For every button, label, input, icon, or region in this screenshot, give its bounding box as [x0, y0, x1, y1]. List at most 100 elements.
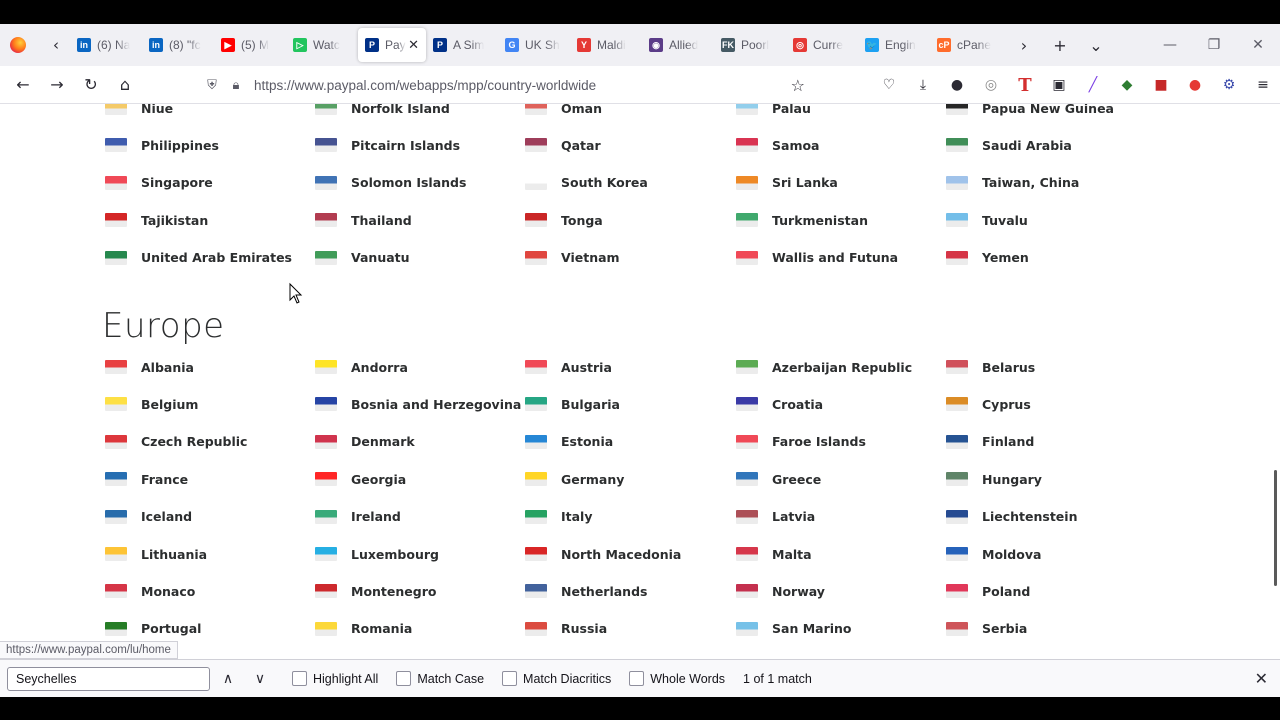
- country-link[interactable]: Bosnia and Herzegovina: [315, 394, 521, 414]
- country-link[interactable]: Italy: [525, 507, 593, 527]
- country-link[interactable]: Russia: [525, 619, 607, 639]
- country-link[interactable]: Qatar: [525, 135, 601, 155]
- forward-icon[interactable]: →: [40, 70, 74, 100]
- window-close-icon[interactable]: ✕: [1236, 37, 1280, 53]
- match-case-checkbox[interactable]: Match Case: [396, 671, 484, 686]
- tracking-shield-icon[interactable]: ⛨: [200, 78, 224, 93]
- checkbox-box[interactable]: [396, 671, 412, 686]
- country-link[interactable]: Ireland: [315, 507, 401, 527]
- country-link[interactable]: Andorra: [315, 357, 408, 377]
- tomato-extension-icon[interactable]: ●: [1178, 77, 1212, 93]
- find-next-icon[interactable]: ∨: [246, 671, 274, 687]
- country-link[interactable]: Solomon Islands: [315, 173, 466, 193]
- tag-extension-icon[interactable]: ◆: [1110, 77, 1144, 93]
- country-link[interactable]: Finland: [946, 432, 1034, 452]
- downloads-icon[interactable]: ⤓: [906, 77, 940, 93]
- tab[interactable]: FK Poorl: [714, 28, 786, 62]
- tab[interactable]: Y Maldi: [570, 28, 642, 62]
- country-link[interactable]: Austria: [525, 357, 612, 377]
- globe-icon[interactable]: ◎: [974, 77, 1008, 93]
- url-bar[interactable]: ⛨ 🔒︎ https://www.paypal.com/webapps/mpp/…: [200, 70, 815, 100]
- country-link[interactable]: Palau: [736, 104, 811, 118]
- country-link[interactable]: Moldova: [946, 544, 1041, 564]
- list-all-tabs-icon[interactable]: ⌄: [1078, 36, 1114, 55]
- country-link[interactable]: Singapore: [105, 173, 213, 193]
- extension-icon[interactable]: ●: [940, 77, 974, 93]
- country-link[interactable]: Philippines: [105, 135, 219, 155]
- country-link[interactable]: Denmark: [315, 432, 415, 452]
- tab[interactable]: ◉ Allied: [642, 28, 714, 62]
- country-link[interactable]: Vietnam: [525, 248, 620, 268]
- scrollbar-thumb[interactable]: [1274, 470, 1277, 586]
- country-link[interactable]: Serbia: [946, 619, 1027, 639]
- country-link[interactable]: Czech Republic: [105, 432, 247, 452]
- back-icon[interactable]: ←: [6, 70, 40, 100]
- country-link[interactable]: Papua New Guinea: [946, 104, 1114, 118]
- country-link[interactable]: Poland: [946, 581, 1030, 601]
- pocket-icon[interactable]: ♡: [872, 77, 906, 93]
- highlight-all-checkbox[interactable]: Highlight All: [292, 671, 378, 686]
- match-diacritics-checkbox[interactable]: Match Diacritics: [502, 671, 611, 686]
- tab[interactable]: cP cPane: [930, 28, 1002, 62]
- country-link[interactable]: Croatia: [736, 394, 823, 414]
- country-link[interactable]: Sri Lanka: [736, 173, 838, 193]
- country-link[interactable]: Samoa: [736, 135, 820, 155]
- bookmark-star-icon[interactable]: ☆: [791, 76, 805, 95]
- restore-icon[interactable]: ❐: [1192, 37, 1236, 53]
- country-link[interactable]: Estonia: [525, 432, 613, 452]
- country-link[interactable]: Wallis and Futuna: [736, 248, 898, 268]
- country-link[interactable]: Yemen: [946, 248, 1029, 268]
- new-tab-icon[interactable]: +: [1042, 36, 1078, 55]
- country-link[interactable]: North Macedonia: [525, 544, 681, 564]
- tab[interactable]: ▶ (5) M: [214, 28, 286, 62]
- menu-icon[interactable]: ≡: [1246, 77, 1280, 93]
- home-icon[interactable]: ⌂: [108, 70, 142, 100]
- tab[interactable]: in (6) Na: [70, 28, 142, 62]
- lock-icon[interactable]: 🔒︎: [224, 78, 248, 93]
- country-link[interactable]: France: [105, 469, 188, 489]
- tab[interactable]: P Pay ✕: [358, 28, 426, 62]
- country-link[interactable]: Georgia: [315, 469, 406, 489]
- country-link[interactable]: Turkmenistan: [736, 210, 868, 230]
- whole-words-checkbox[interactable]: Whole Words: [629, 671, 725, 686]
- country-link[interactable]: Belarus: [946, 357, 1035, 377]
- country-link[interactable]: Greece: [736, 469, 821, 489]
- tab[interactable]: ▷ Watc: [286, 28, 358, 62]
- country-link[interactable]: Tonga: [525, 210, 603, 230]
- country-link[interactable]: Latvia: [736, 507, 815, 527]
- country-link[interactable]: South Korea: [525, 173, 648, 193]
- checkbox-box[interactable]: [502, 671, 518, 686]
- tab[interactable]: P A Sim: [426, 28, 498, 62]
- country-link[interactable]: Portugal: [105, 619, 201, 639]
- country-link[interactable]: Belgium: [105, 394, 198, 414]
- country-link[interactable]: Lithuania: [105, 544, 207, 564]
- country-link[interactable]: Cyprus: [946, 394, 1031, 414]
- country-link[interactable]: Norway: [736, 581, 825, 601]
- checkbox-box[interactable]: [292, 671, 307, 686]
- country-link[interactable]: Tajikistan: [105, 210, 208, 230]
- pen-extension-icon[interactable]: ╱: [1076, 77, 1110, 93]
- checkbox-box[interactable]: [629, 671, 645, 686]
- country-link[interactable]: Romania: [315, 619, 412, 639]
- country-link[interactable]: Netherlands: [525, 581, 647, 601]
- tab[interactable]: ◎ Curre: [786, 28, 858, 62]
- country-link[interactable]: Bulgaria: [525, 394, 620, 414]
- find-close-icon[interactable]: ✕: [1255, 669, 1268, 688]
- close-tab-icon[interactable]: ✕: [408, 37, 419, 53]
- tab[interactable]: 🐦 Engin: [858, 28, 930, 62]
- url-text[interactable]: https://www.paypal.com/webapps/mpp/count…: [254, 78, 596, 93]
- tab-scroll-right-icon[interactable]: ›: [1006, 36, 1042, 55]
- find-input[interactable]: Seychelles: [7, 666, 210, 691]
- country-link[interactable]: Faroe Islands: [736, 432, 866, 452]
- country-link[interactable]: Azerbaijan Republic: [736, 357, 912, 377]
- minimize-icon[interactable]: —: [1148, 37, 1192, 53]
- country-link[interactable]: Taiwan, China: [946, 173, 1079, 193]
- country-link[interactable]: Montenegro: [315, 581, 436, 601]
- country-link[interactable]: Germany: [525, 469, 624, 489]
- country-link[interactable]: Oman: [525, 104, 602, 118]
- country-link[interactable]: San Marino: [736, 619, 852, 639]
- country-link[interactable]: Pitcairn Islands: [315, 135, 460, 155]
- country-link[interactable]: Luxembourg: [315, 544, 439, 564]
- country-link[interactable]: Monaco: [105, 581, 195, 601]
- country-link[interactable]: Vanuatu: [315, 248, 410, 268]
